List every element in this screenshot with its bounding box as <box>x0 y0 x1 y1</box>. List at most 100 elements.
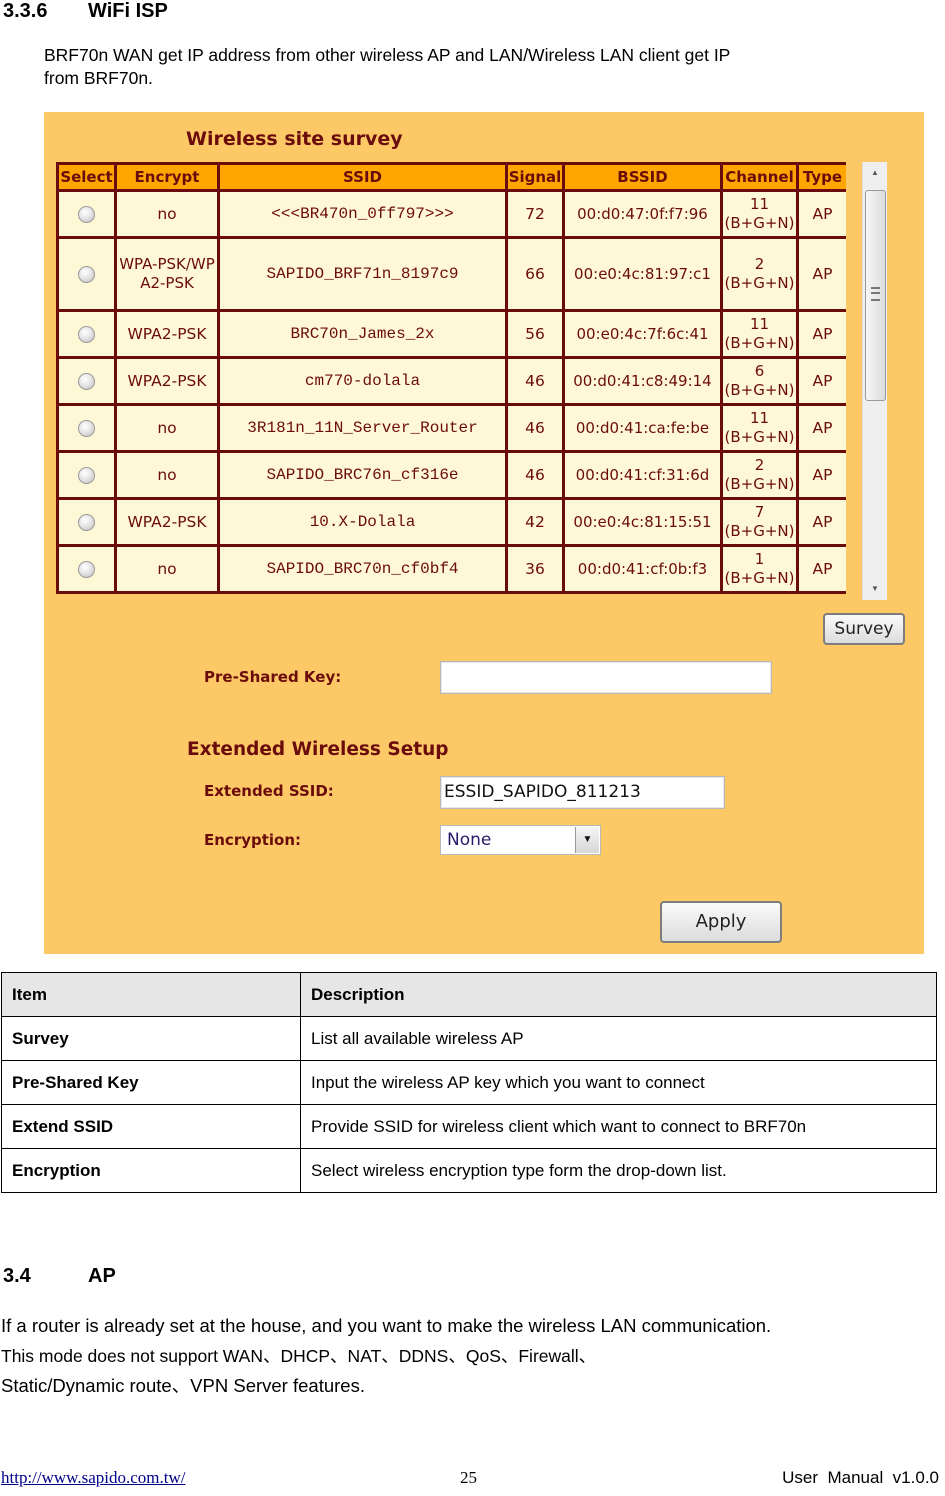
desc-item: Survey <box>1 1016 301 1061</box>
encryption-select[interactable]: None ▼ <box>440 825 601 855</box>
ssid-cell: SAPIDO_BRC76n_cf316e <box>217 450 508 500</box>
radio-cell[interactable] <box>56 356 117 406</box>
bssid-cell: 00:d0:47:0f:f7:96 <box>562 189 723 239</box>
survey-row[interactable]: WPA2-PSK cm770-dolala 46 00:d0:41:c8:49:14 6… <box>56 356 846 406</box>
scroll-thumb[interactable] <box>865 190 886 401</box>
survey-scrollbar[interactable]: ▲ ▼ <box>862 162 887 600</box>
signal-cell: 46 <box>505 403 565 453</box>
radio-cell[interactable] <box>56 450 117 500</box>
signal-cell: 36 <box>505 544 565 594</box>
ap-paragraph: If a router is already set at the house,… <box>1 1311 771 1401</box>
desc-item: Extend SSID <box>1 1104 301 1149</box>
pre-shared-key-input[interactable] <box>440 661 772 694</box>
survey-row[interactable]: WPA2-PSK 10.X-Dolala 42 00:e0:4c:81:15:51 7(… <box>56 497 846 547</box>
select-radio[interactable] <box>78 419 95 437</box>
channel-number: 6 <box>754 362 765 380</box>
radio-cell[interactable] <box>56 544 117 594</box>
section-heading-ap: 3.4 AP <box>3 1265 116 1288</box>
footer-page-number: 25 <box>460 1468 477 1487</box>
bssid-cell: 00:e0:4c:81:15:51 <box>562 497 723 547</box>
channel-number: 11 <box>749 195 770 213</box>
select-radio[interactable] <box>78 205 95 223</box>
footer-url[interactable]: http://www.sapido.com.tw/ <box>1 1468 185 1488</box>
select-radio[interactable] <box>78 466 95 484</box>
encrypt-cell: no <box>114 189 220 239</box>
channel-number: 1 <box>754 550 765 568</box>
survey-row[interactable]: no 3R181n_11N_Server_Router 46 00:d0:41:ca:… <box>56 403 846 453</box>
desc-row: Encryption Select wireless encryption ty… <box>1 1148 937 1193</box>
desc-row: Extend SSID Provide SSID for wireless cl… <box>1 1104 937 1149</box>
type-cell: AP <box>796 356 846 406</box>
survey-row[interactable]: WPA2-PSK BRC70n_James_2x 56 00:e0:4c:7f:6c:… <box>56 309 846 359</box>
channel-band: (B+G+N) <box>724 334 795 352</box>
ssid-cell: SAPIDO_BRC70n_cf0bf4 <box>217 544 508 594</box>
survey-row[interactable]: WPA-PSK/WPA2-PSK SAPIDO_BRF71n_8197c9 66 00… <box>56 236 846 312</box>
survey-table: Select Encrypt SSID Signal BSSID Channel… <box>56 162 846 594</box>
channel-band: (B+G+N) <box>724 569 795 587</box>
bssid-cell: 00:d0:41:cf:0b:f3 <box>562 544 723 594</box>
router-ui-screenshot: Wireless site survey Select Encrypt SSID… <box>44 112 924 954</box>
channel-cell: 1 (B+G+N) <box>720 544 799 594</box>
signal-cell: 56 <box>505 309 565 359</box>
desc-text: Provide SSID for wireless client which w… <box>300 1104 937 1149</box>
radio-cell[interactable] <box>56 403 117 453</box>
col-signal: Signal <box>505 162 565 192</box>
grip-icon <box>871 287 880 301</box>
footer-manual-version: User Manual v1.0.0 <box>782 1468 939 1487</box>
channel-cell: 6 (B+G+N) <box>720 356 799 406</box>
channel-band: (B+G+N) <box>724 428 795 446</box>
apply-button[interactable]: Apply <box>660 901 782 943</box>
intro-line-2: from BRF70n. <box>44 68 153 88</box>
encrypt-cell: no <box>114 450 220 500</box>
description-table: Item Description Survey List all availab… <box>1 972 937 1193</box>
ssid-cell: <<<BR470n_0ff797>>> <box>217 189 508 239</box>
col-bssid: BSSID <box>562 162 723 192</box>
dropdown-arrow-icon[interactable]: ▼ <box>575 827 599 853</box>
channel-number: 11 <box>749 409 770 427</box>
radio-cell[interactable] <box>56 236 117 312</box>
channel-cell: 11 (B+G+N) <box>720 309 799 359</box>
channel-cell: 11 (B+G+N) <box>720 403 799 453</box>
col-channel: Channel <box>720 162 799 192</box>
type-cell: AP <box>796 236 846 312</box>
radio-cell[interactable] <box>56 189 117 239</box>
scroll-up-arrow-icon[interactable]: ▲ <box>863 162 887 184</box>
survey-table-container: Select Encrypt SSID Signal BSSID Channel… <box>56 162 846 600</box>
bssid-cell: 00:d0:41:ca:fe:be <box>562 403 723 453</box>
survey-row[interactable]: no SAPIDO_BRC76n_cf316e 46 00:d0:41:cf:31:6… <box>56 450 846 500</box>
channel-band: (B+G+N) <box>724 274 795 292</box>
survey-row[interactable]: no <<<BR470n_0ff797>>> 72 00:d0:47:0f:f7:96… <box>56 189 846 239</box>
col-type: Type <box>796 162 846 192</box>
bssid-cell: 00:d0:41:cf:31:6d <box>562 450 723 500</box>
col-encrypt: Encrypt <box>114 162 220 192</box>
select-radio[interactable] <box>78 372 95 390</box>
footer-link[interactable]: http://www.sapido.com.tw/ <box>1 1468 185 1487</box>
radio-cell[interactable] <box>56 497 117 547</box>
select-radio[interactable] <box>78 265 95 283</box>
channel-number: 7 <box>754 503 765 521</box>
survey-row[interactable]: no SAPIDO_BRC70n_cf0bf4 36 00:d0:41:cf:0b:f… <box>56 544 846 594</box>
extended-ssid-input[interactable]: ESSID_SAPIDO_811213 <box>440 776 725 809</box>
scroll-down-arrow-icon[interactable]: ▼ <box>863 578 887 600</box>
channel-band: (B+G+N) <box>724 381 795 399</box>
radio-cell[interactable] <box>56 309 117 359</box>
survey-button[interactable]: Survey <box>823 613 905 645</box>
col-select: Select <box>56 162 117 192</box>
encryption-selected-value: None <box>447 830 492 850</box>
intro-line-1: BRF70n WAN get IP address from other wir… <box>44 45 731 65</box>
type-cell: AP <box>796 497 846 547</box>
encrypt-cell: WPA-PSK/WPA2-PSK <box>114 236 220 312</box>
encrypt-cell: WPA2-PSK <box>114 309 220 359</box>
encryption-label: Encryption: <box>204 831 302 849</box>
select-radio[interactable] <box>78 560 95 578</box>
extended-ssid-label: Extended SSID: <box>204 782 334 800</box>
bssid-cell: 00:d0:41:c8:49:14 <box>562 356 723 406</box>
select-radio[interactable] <box>78 325 95 343</box>
channel-cell: 2 (B+G+N) <box>720 450 799 500</box>
intro-paragraph: BRF70n WAN get IP address from other wir… <box>44 44 730 90</box>
extended-wireless-setup-heading: Extended Wireless Setup <box>187 739 449 760</box>
select-radio[interactable] <box>78 513 95 531</box>
type-cell: AP <box>796 450 846 500</box>
signal-cell: 42 <box>505 497 565 547</box>
ssid-cell: cm770-dolala <box>217 356 508 406</box>
